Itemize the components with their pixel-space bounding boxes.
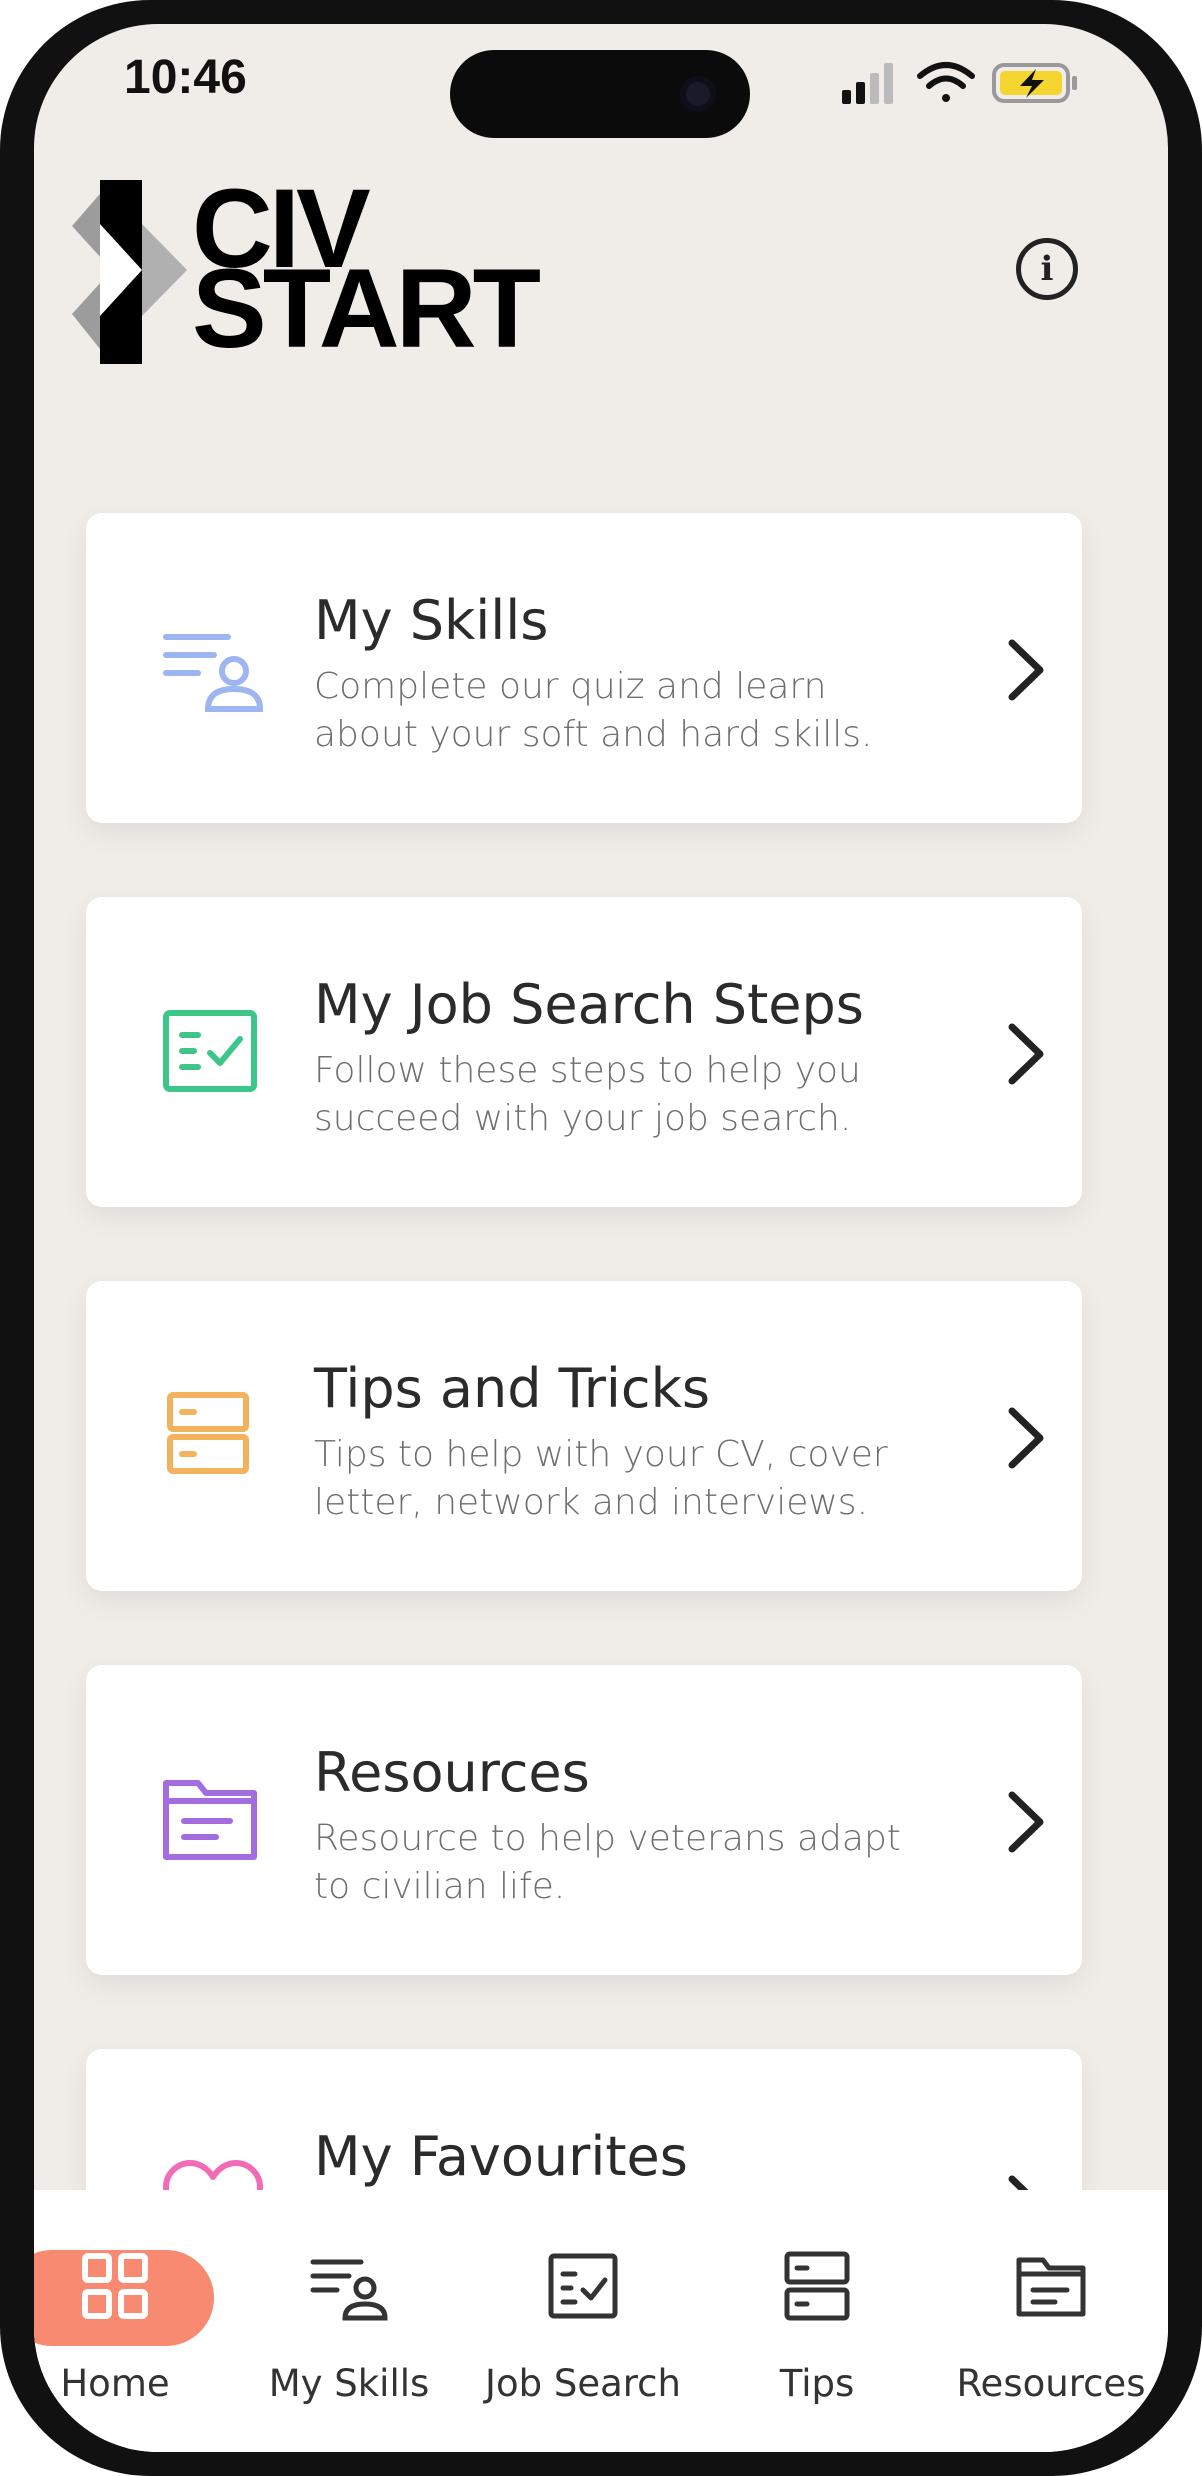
card-job-search-steps[interactable]: My Job Search Steps Follow these steps t…	[86, 897, 1082, 1207]
folder-icon	[163, 1780, 257, 1860]
server-stack-icon	[784, 2251, 850, 2321]
tab-label: Job Search	[485, 2362, 681, 2405]
bottom-tab-bar: Home My Skills Job Search Tips Resources	[34, 2190, 1168, 2452]
tab-home[interactable]: Home	[34, 2190, 230, 2405]
checklist-icon	[548, 2253, 618, 2319]
tab-label: My Skills	[268, 2362, 430, 2405]
tab-my-skills[interactable]: My Skills	[234, 2190, 464, 2405]
checklist-icon	[163, 1010, 257, 1092]
tab-tips[interactable]: Tips	[702, 2190, 932, 2405]
civstart-logo: CIV START	[72, 166, 572, 371]
logo-line-2: START	[192, 246, 541, 371]
card-resources[interactable]: Resources Resource to help veterans adap…	[86, 1665, 1082, 1975]
chevron-right-icon	[1008, 639, 1044, 701]
card-title: My Favourites	[314, 2125, 688, 2188]
info-icon: i	[1040, 249, 1054, 289]
card-description: Resource to help veterans adapt to civil…	[314, 1818, 901, 1907]
status-time: 10:46	[124, 51, 247, 104]
info-button[interactable]: i	[1016, 238, 1078, 300]
phone-frame: 10:46 CIV START i My Skills Complete our…	[0, 0, 1202, 2476]
folder-icon	[1016, 2257, 1086, 2317]
card-description: Tips to help with your CV, cover letter,…	[314, 1434, 888, 1523]
chevron-right-icon	[1008, 1023, 1044, 1085]
wifi-icon	[917, 62, 975, 102]
server-stack-icon	[167, 1392, 249, 1474]
dynamic-island	[450, 50, 750, 138]
tab-label: Resources	[956, 2362, 1146, 2405]
card-description: Complete our quiz and learn about your s…	[314, 666, 873, 755]
card-my-skills[interactable]: My Skills Complete our quiz and learn ab…	[86, 513, 1082, 823]
tab-resources[interactable]: Resources	[936, 2190, 1166, 2405]
card-title: My Skills	[314, 589, 549, 652]
grid-icon	[82, 2253, 148, 2319]
card-title: Resources	[314, 1741, 590, 1804]
card-title: Tips and Tricks	[314, 1357, 711, 1420]
camera-icon	[680, 76, 716, 112]
tab-label: Home	[60, 2362, 170, 2405]
app-screen: 10:46 CIV START i My Skills Complete our…	[34, 24, 1168, 2452]
skills-icon	[310, 2259, 388, 2321]
card-title: My Job Search Steps	[314, 973, 864, 1036]
battery-icon	[992, 63, 1077, 103]
chevron-right-icon	[1008, 1407, 1044, 1469]
logo-chevron-icon	[72, 180, 187, 364]
signal-icon	[842, 63, 893, 104]
status-icons	[842, 62, 1077, 104]
tab-job-search[interactable]: Job Search	[468, 2190, 698, 2405]
card-tips-and-tricks[interactable]: Tips and Tricks Tips to help with your C…	[86, 1281, 1082, 1591]
card-description: Follow these steps to help you succeed w…	[314, 1050, 861, 1139]
tab-label: Tips	[779, 2362, 855, 2405]
chevron-right-icon	[1008, 1791, 1044, 1853]
skills-icon	[163, 634, 264, 712]
